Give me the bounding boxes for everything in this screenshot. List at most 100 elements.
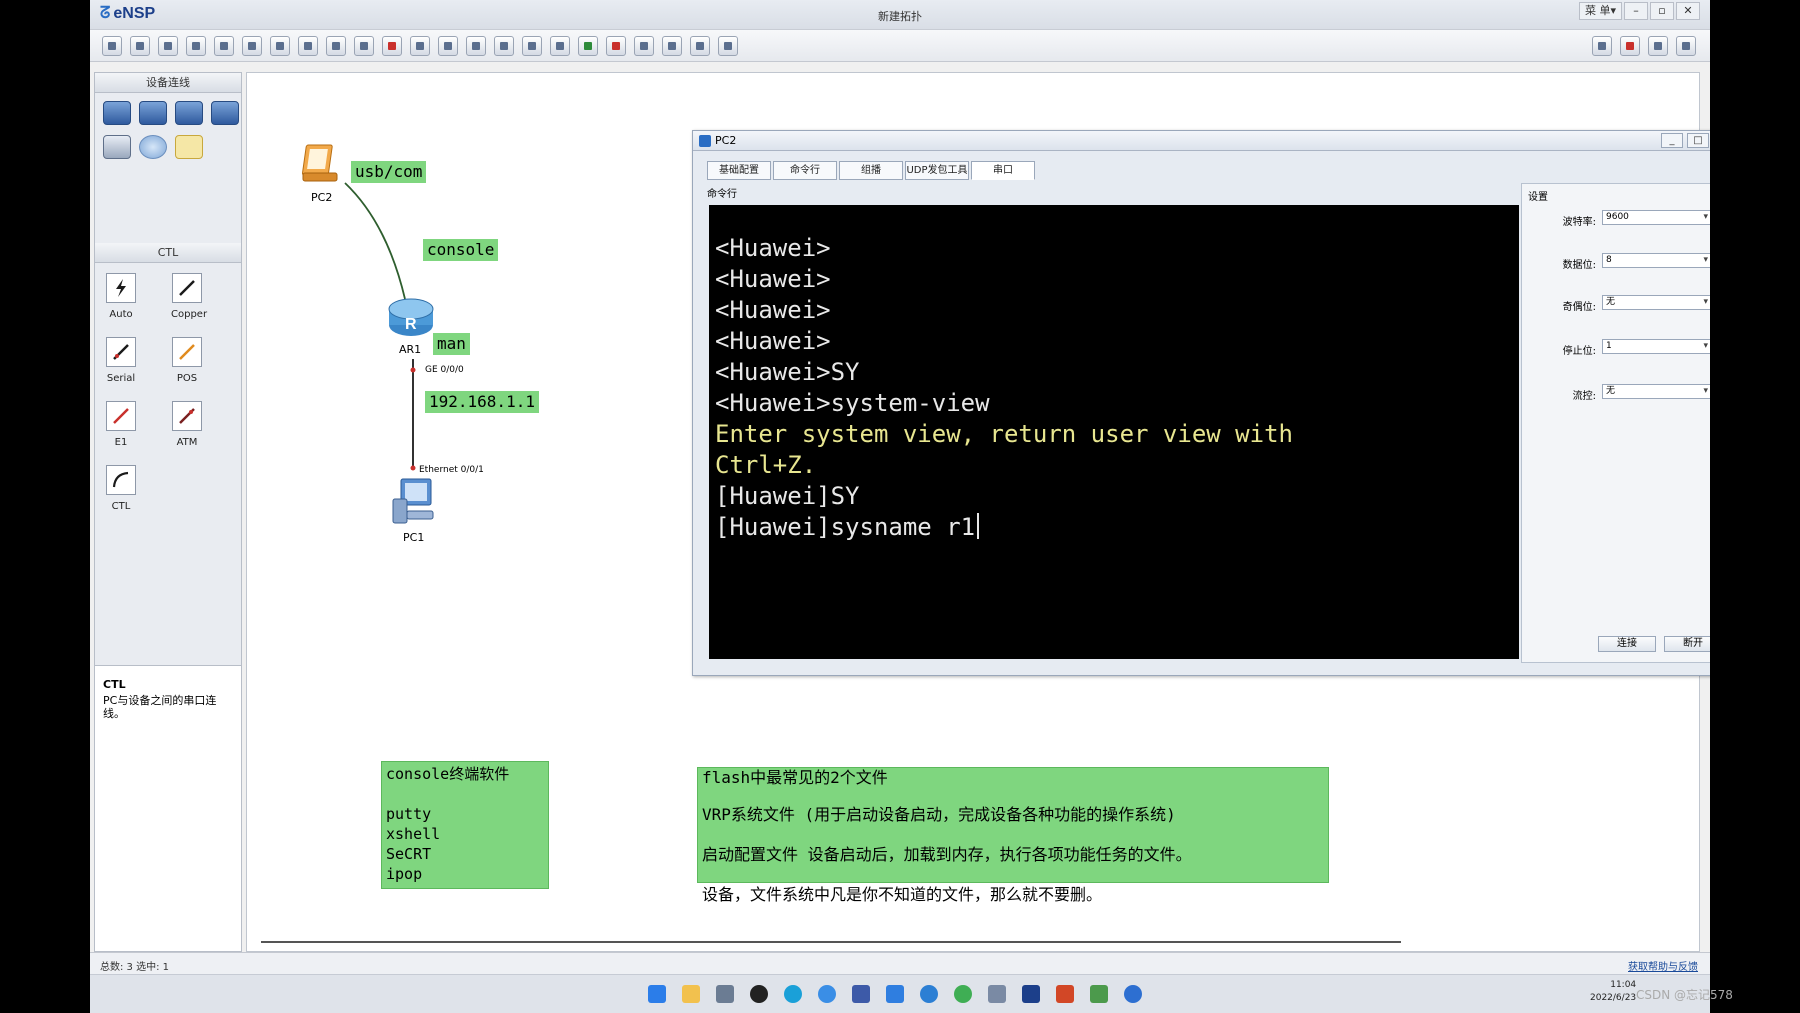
pc2-laptop-icon[interactable] (299, 141, 349, 189)
firewall-icon[interactable] (211, 101, 239, 125)
fit-icon[interactable] (550, 36, 570, 56)
terminal-line: <Huawei>SY (715, 358, 860, 386)
select-icon[interactable] (326, 36, 346, 56)
tab-command-line[interactable]: 命令行 (773, 161, 837, 180)
cable-pos[interactable]: POS (171, 337, 203, 384)
tag-ip[interactable]: 192.168.1.1 (425, 391, 539, 413)
disconnect-button[interactable]: 断开 (1664, 636, 1710, 652)
screenshot-icon[interactable] (718, 36, 738, 56)
app-icon[interactable] (1090, 985, 1108, 1003)
open-icon[interactable] (130, 36, 150, 56)
tag-console[interactable]: console (423, 239, 499, 261)
pc-window-icon (699, 135, 711, 147)
terminal-line: <Huawei>system-view (715, 389, 990, 417)
save-icon[interactable] (158, 36, 178, 56)
capture-icon[interactable] (634, 36, 654, 56)
terminal-line: <Huawei> (715, 234, 831, 262)
switch-icon[interactable] (139, 101, 167, 125)
app-icon[interactable] (1124, 985, 1142, 1003)
dialog-minimize-button[interactable]: _ (1661, 133, 1683, 148)
router-ar1-icon[interactable]: R (387, 295, 435, 339)
data-bits-select[interactable]: 8 (1602, 253, 1710, 268)
export-icon[interactable] (214, 36, 234, 56)
cable-auto[interactable]: Auto (105, 273, 137, 320)
tray-clock[interactable]: 11:04 2022/6/23 (1590, 979, 1636, 1005)
hand-icon[interactable] (354, 36, 374, 56)
cable-serial[interactable]: Serial (105, 337, 137, 384)
tab-basic-config[interactable]: 基础配置 (707, 161, 771, 180)
new-topology-icon[interactable] (102, 36, 122, 56)
ensp-taskbar-icon[interactable] (1022, 985, 1040, 1003)
tag-man[interactable]: man (433, 333, 470, 355)
tab-serial[interactable]: 串口 (971, 161, 1035, 180)
ctl-link[interactable] (344, 182, 406, 300)
tab-udp-tool[interactable]: UDP发包工具 (905, 161, 969, 180)
chat-icon[interactable] (1592, 36, 1612, 56)
text-icon[interactable] (438, 36, 458, 56)
cloud-icon[interactable] (139, 135, 167, 159)
cable-e1[interactable]: E1 (105, 401, 137, 448)
topology-icon[interactable] (662, 36, 682, 56)
baud-rate-select[interactable]: 9600 (1602, 210, 1710, 225)
app-icon[interactable] (750, 985, 768, 1003)
restore-button[interactable]: ▫ (1650, 2, 1674, 20)
edge-icon[interactable] (784, 985, 802, 1003)
grid-icon[interactable] (690, 36, 710, 56)
dialog-maximize-button[interactable]: □ (1687, 133, 1709, 148)
pc1-desktop-icon[interactable] (389, 477, 439, 525)
help-icon[interactable] (1676, 36, 1696, 56)
feedback-link[interactable]: 获取帮助与反馈 (1628, 958, 1698, 973)
copper-cable-icon (179, 280, 195, 296)
menu-button[interactable]: 菜 单▾ (1578, 2, 1622, 20)
cable-copper[interactable]: Copper (171, 273, 207, 320)
parity-select[interactable]: 无 (1602, 295, 1710, 310)
router-icon[interactable] (103, 101, 131, 125)
connect-button[interactable]: 连接 (1598, 636, 1656, 652)
stop-bits-row: 停止位: 1 (1522, 339, 1710, 357)
pc2-dialog: PC2 _ □ x 基础配置 命令行 组播 UDP发包工具 串口 命令行 <Hu… (692, 130, 1710, 676)
cable-atm[interactable]: ATM (171, 401, 203, 448)
rect-icon[interactable] (466, 36, 486, 56)
delete-icon[interactable] (382, 36, 402, 56)
cable-serial-label: Serial (106, 373, 136, 384)
wechat-icon[interactable] (954, 985, 972, 1003)
stop-icon[interactable] (606, 36, 626, 56)
canvas-hscroll[interactable] (261, 941, 1401, 943)
edit-icon[interactable] (410, 36, 430, 56)
zoom-out-icon[interactable] (522, 36, 542, 56)
terminal-line: Enter system view, return user view with (715, 420, 1293, 448)
explorer-icon[interactable] (682, 985, 700, 1003)
wlan-icon[interactable] (175, 101, 203, 125)
gear-icon[interactable] (1648, 36, 1668, 56)
note-flash-files[interactable]: flash中最常见的2个文件 VRP系统文件 (用于启动设备启动，完成设备各种功… (697, 767, 1329, 904)
terminal-icon[interactable] (103, 135, 131, 159)
app-icon[interactable] (988, 985, 1006, 1003)
close-button[interactable]: ✕ (1676, 2, 1700, 20)
flow-control-select[interactable]: 无 (1602, 384, 1710, 399)
pc1-label: PC1 (403, 531, 425, 544)
app-icon[interactable] (920, 985, 938, 1003)
powerpoint-icon[interactable] (1056, 985, 1074, 1003)
tab-multicast[interactable]: 组播 (839, 161, 903, 180)
serial-terminal[interactable]: <Huawei> <Huawei> <Huawei> <Huawei> <Hua… (709, 205, 1519, 659)
tag-usb-com[interactable]: usb/com (351, 161, 427, 183)
start-icon[interactable] (648, 985, 666, 1003)
redo-icon[interactable] (298, 36, 318, 56)
app-icon[interactable] (716, 985, 734, 1003)
undo-icon[interactable] (270, 36, 290, 56)
cable-ctl[interactable]: CTL (105, 465, 137, 512)
app-icon[interactable] (886, 985, 904, 1003)
stop-bits-select[interactable]: 1 (1602, 339, 1710, 354)
terminal-line: <Huawei> (715, 296, 831, 324)
minimize-button[interactable]: – (1624, 2, 1648, 20)
huawei-icon[interactable] (1620, 36, 1640, 56)
note-console-software[interactable]: console终端软件 putty xshell SeCRT ipop (381, 761, 549, 889)
connection-icon[interactable] (175, 135, 203, 159)
zoom-in-icon[interactable] (494, 36, 514, 56)
app-icon[interactable] (852, 985, 870, 1003)
lightning-icon (116, 279, 126, 297)
start-icon[interactable] (578, 36, 598, 56)
save-as-icon[interactable] (186, 36, 206, 56)
print-icon[interactable] (242, 36, 262, 56)
app-icon[interactable] (818, 985, 836, 1003)
